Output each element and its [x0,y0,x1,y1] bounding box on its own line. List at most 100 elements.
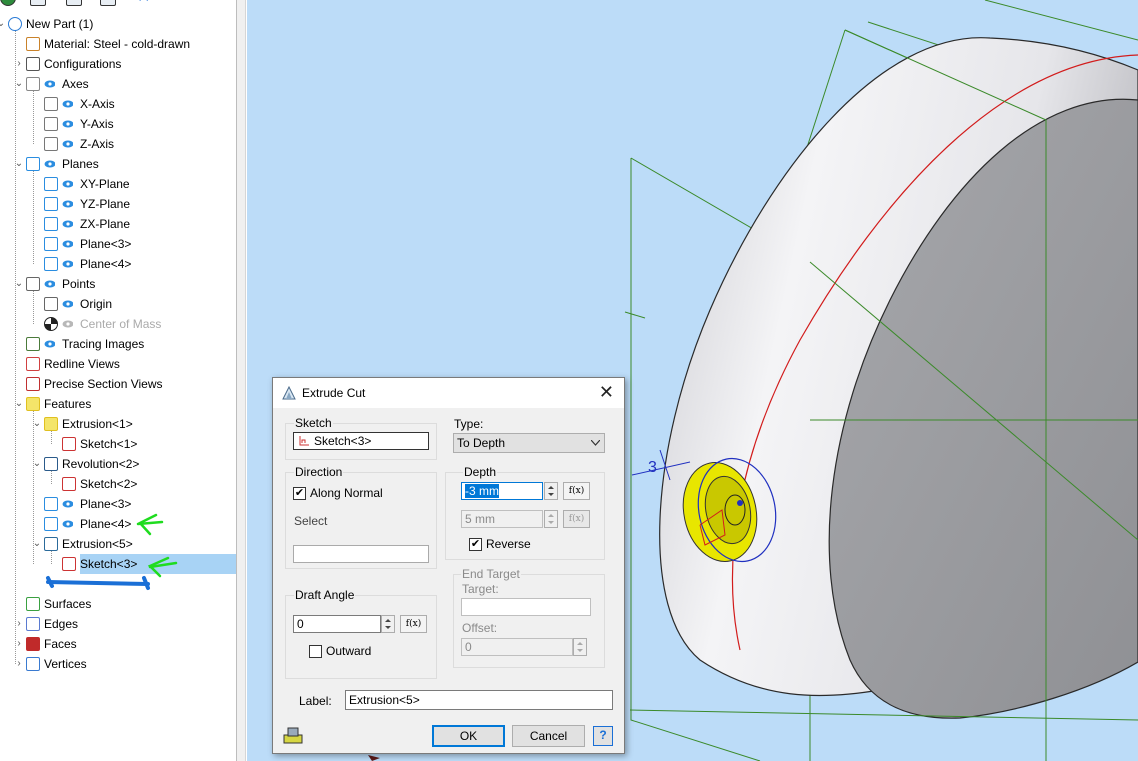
chevron-down-icon[interactable]: ⌄ [32,454,42,474]
chevron-right-icon[interactable]: › [14,654,24,674]
depth2-fx-button[interactable]: f(x) [563,510,590,528]
tree-item-redline-views[interactable]: Redline Views [0,354,236,374]
close-icon[interactable]: ✕ [599,382,614,402]
tree-item-precise-section-views[interactable]: Precise Section Views [0,374,236,394]
axis-icon [44,137,58,151]
close-tree-icon[interactable]: ✕ [137,0,153,6]
depth2-input[interactable]: 5 mm [461,510,543,528]
tree-item-plane-3[interactable]: Plane<3> [0,494,236,514]
visibility-eye-icon[interactable] [62,140,73,148]
chevron-right-icon[interactable]: › [14,634,24,654]
edges-icon [26,617,40,631]
tree-item-x-axis[interactable]: X-Axis [0,94,236,114]
draft-angle-group [285,595,437,679]
target-field[interactable] [461,598,591,616]
tree-item-sketch-3[interactable]: Sketch<3> [62,554,236,574]
tree-item-surfaces[interactable]: Surfaces [0,594,236,614]
chevron-down-icon[interactable]: ⌄ [32,534,42,554]
tree-item-points[interactable]: ⌄ Points [0,274,236,294]
visibility-eye-icon[interactable] [62,220,73,228]
settings-icon[interactable] [208,0,224,6]
view-icon[interactable] [30,0,46,6]
part-icon [8,17,22,31]
draft-angle-spinner[interactable] [381,615,395,633]
depth-fx-button[interactable]: f(x) [563,482,590,500]
help-button[interactable]: ? [593,726,613,746]
properties-icon[interactable] [100,0,116,6]
type-dropdown[interactable]: To Depth [453,433,605,453]
tree-item-z-axis[interactable]: Z-Axis [0,134,236,154]
tree-item-plane-3[interactable]: Plane<3> [0,234,236,254]
tree-item-sketch-1[interactable]: Sketch<1> [0,434,236,454]
visibility-eye-icon[interactable] [62,180,73,188]
tree-item-extrusion-1[interactable]: ⌄ Extrusion<1> [0,414,236,434]
visibility-eye-icon[interactable] [62,200,73,208]
draft-angle-fx-button[interactable]: f(x) [400,615,427,633]
chevron-down-icon[interactable]: ⌄ [14,394,24,414]
preview-icon[interactable] [282,725,304,747]
visibility-eye-icon[interactable] [62,240,73,248]
plane-icon [44,217,58,231]
cancel-button[interactable]: Cancel [512,725,585,747]
offset-input[interactable]: 0 [461,638,573,656]
tree-item-extrusion-5[interactable]: ⌄ Extrusion<5> [0,534,236,554]
tree-item-plane-4[interactable]: Plane<4> [0,254,236,274]
visibility-eye-icon[interactable] [62,260,73,268]
tree-item-xy-plane[interactable]: XY-Plane [0,174,236,194]
visibility-eye-icon[interactable] [62,320,73,328]
tree-item-faces[interactable]: › Faces [0,634,236,654]
visibility-eye-icon[interactable] [44,340,55,348]
tree-item-origin[interactable]: Origin [0,294,236,314]
tree-splitter[interactable] [236,0,246,761]
tree-item-material-steel-cold-drawn[interactable]: Material: Steel - cold-drawn [0,34,236,54]
chevron-down-icon[interactable]: ⌄ [32,414,42,434]
tree-item-axes[interactable]: ⌄ Axes [0,74,236,94]
chevron-down-icon[interactable]: ⌄ [0,14,6,34]
tree-item-plane-4[interactable]: Plane<4> [0,514,236,534]
chevron-right-icon[interactable]: › [14,54,24,74]
chevron-down-icon[interactable]: ⌄ [14,154,24,174]
chevron-right-icon[interactable]: › [14,614,24,634]
visibility-eye-icon[interactable] [44,80,55,88]
visibility-eye-icon[interactable] [44,160,55,168]
visibility-eye-icon[interactable] [62,120,73,128]
tree-item-y-axis[interactable]: Y-Axis [0,114,236,134]
visibility-eye-icon[interactable] [44,280,55,288]
tree-item-edges[interactable]: › Edges [0,614,236,634]
offset-spinner[interactable] [573,638,587,656]
chevron-down-icon[interactable]: ⌄ [14,274,24,294]
depth-input[interactable]: -3 mm [461,482,543,500]
sketch-field[interactable]: Sketch<3> [293,432,429,450]
visibility-eye-icon[interactable] [62,520,73,528]
display-icon[interactable] [0,0,16,6]
reverse-checkbox[interactable]: ✔ [469,538,482,551]
tree-item-tracing-images[interactable]: Tracing Images [0,334,236,354]
save-icon[interactable] [66,0,82,6]
search-icon[interactable] [173,0,189,6]
ok-button[interactable]: OK [432,725,505,747]
along-normal-checkbox[interactable]: ✔ [293,487,306,500]
visibility-eye-icon[interactable] [62,100,73,108]
dimension-label[interactable]: 3 [648,459,657,476]
dialog-titlebar[interactable]: Extrude Cut ✕ [273,378,624,408]
tree-item-planes[interactable]: ⌄ Planes [0,154,236,174]
tree-item-configurations[interactable]: › Configurations [0,54,236,74]
depth2-spinner[interactable] [544,510,558,528]
tree-item-center-of-mass[interactable]: Center of Mass [0,314,236,334]
chevron-down-icon[interactable]: ⌄ [14,74,24,94]
visibility-eye-icon[interactable] [62,500,73,508]
depth-spinner[interactable] [544,482,558,500]
tree-item-yz-plane[interactable]: YZ-Plane [0,194,236,214]
configurations-icon [26,57,40,71]
tree-item-sketch-2[interactable]: Sketch<2> [0,474,236,494]
tree-item-revolution-2[interactable]: ⌄ Revolution<2> [0,454,236,474]
tree-item-vertices[interactable]: › Vertices [0,654,236,674]
outward-checkbox[interactable] [309,645,322,658]
visibility-eye-icon[interactable] [62,300,73,308]
tree-item-zx-plane[interactable]: ZX-Plane [0,214,236,234]
draft-angle-input[interactable]: 0 [293,615,381,633]
label-input[interactable]: Extrusion<5> [345,690,613,710]
tree-item-new-part-1[interactable]: ⌄ New Part (1) [0,14,236,34]
tree-item-features[interactable]: ⌄ Features [0,394,236,414]
select-field[interactable] [293,545,429,563]
